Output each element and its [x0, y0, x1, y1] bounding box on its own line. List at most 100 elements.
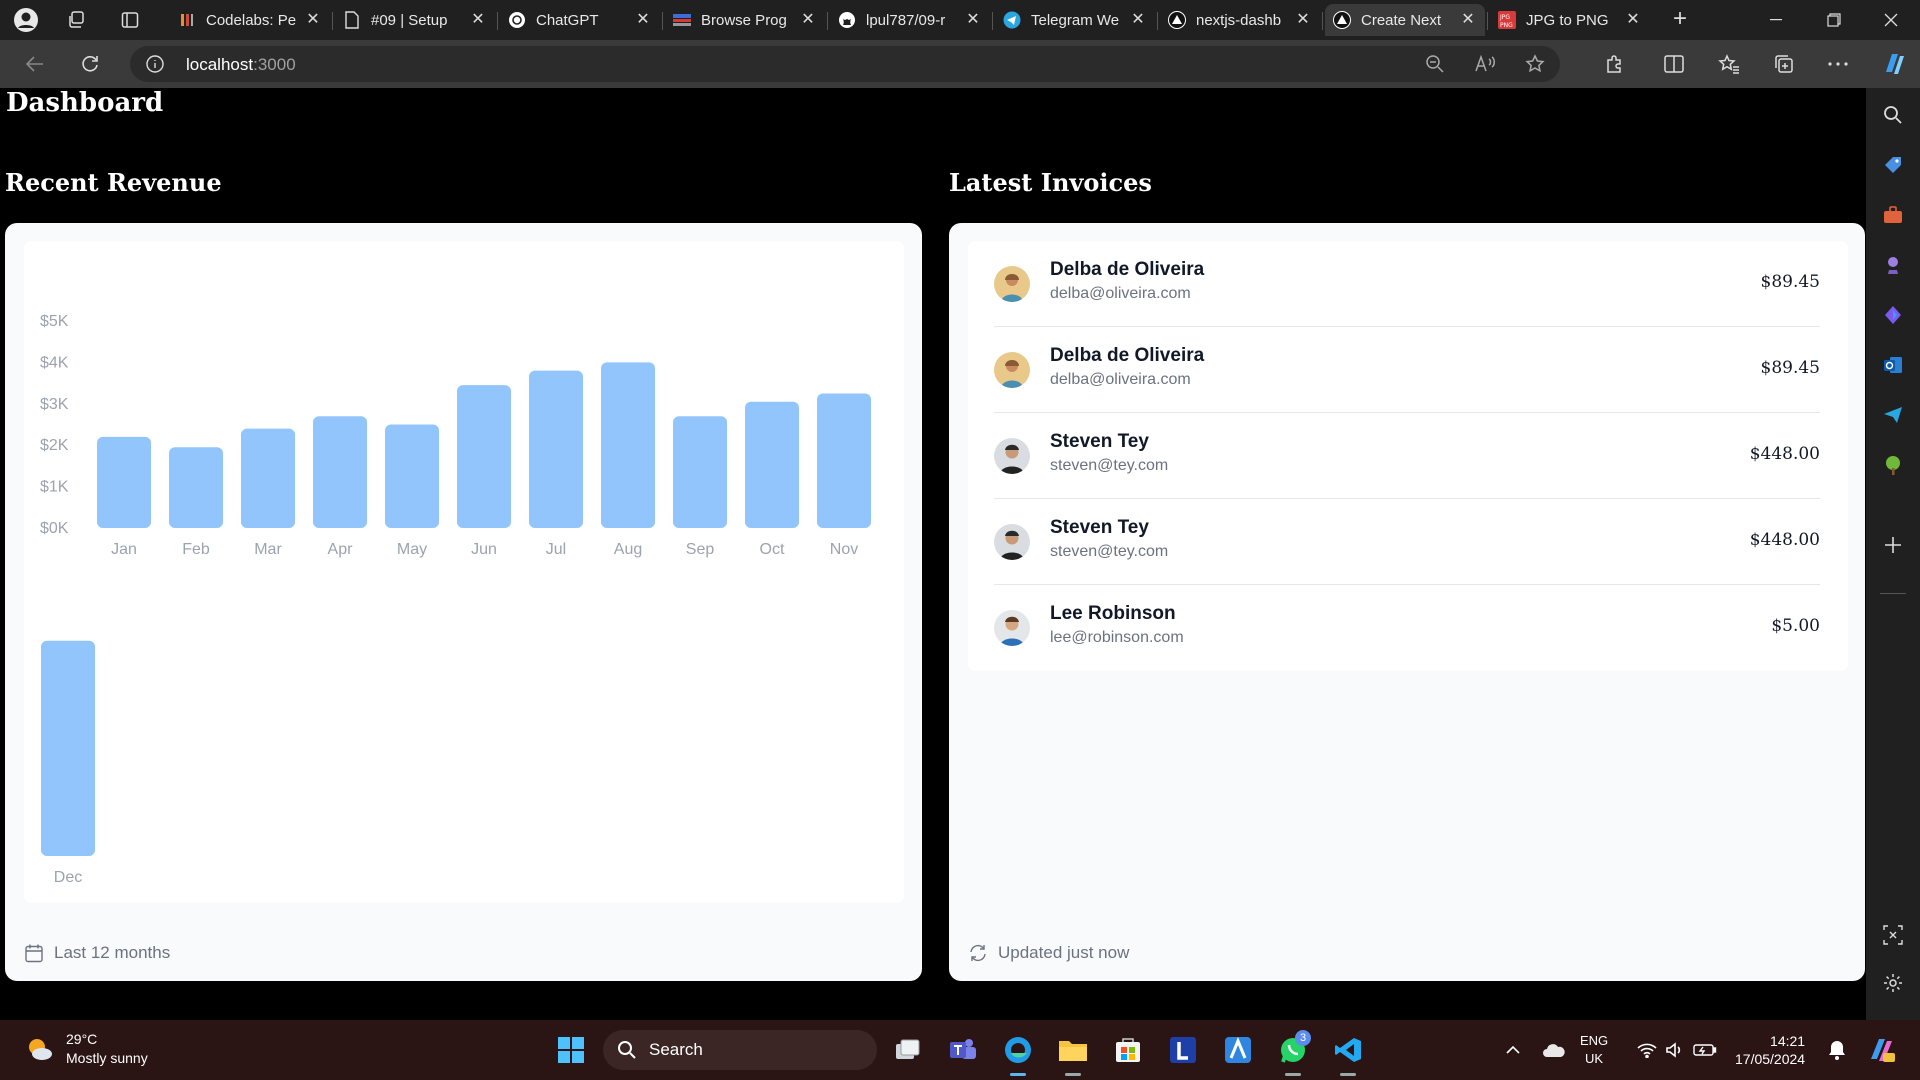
settings-gear-icon[interactable] — [1878, 968, 1908, 998]
x-axis-month-label: Nov — [830, 541, 858, 558]
url-text: localhost:3000 — [186, 55, 296, 75]
tab-close-icon[interactable]: ✕ — [1129, 11, 1147, 29]
vertical-tabs-icon[interactable] — [114, 6, 146, 34]
profile-avatar-icon[interactable] — [10, 6, 42, 34]
refresh-icon[interactable] — [75, 50, 105, 78]
workspaces-icon[interactable] — [60, 6, 92, 34]
weather-temp: 29°C — [66, 1031, 98, 1047]
browser-tab[interactable]: Codelabs: Pe ✕ — [170, 4, 330, 36]
vscode-icon[interactable] — [1328, 1030, 1368, 1076]
more-options-icon[interactable] — [1818, 50, 1858, 78]
shopping-tag-icon[interactable] — [1878, 150, 1908, 180]
tab-close-icon[interactable]: ✕ — [799, 11, 817, 29]
back-arrow-icon[interactable] — [20, 50, 50, 78]
tab-separator — [662, 12, 663, 30]
tab-title: Telegram We — [1031, 11, 1120, 29]
copilot-taskbar-icon[interactable] — [1864, 1030, 1898, 1070]
tab-close-icon[interactable]: ✕ — [304, 11, 322, 29]
read-aloud-icon[interactable] — [1460, 55, 1510, 73]
collections-icon[interactable] — [1764, 50, 1804, 78]
notification-bell-icon[interactable] — [1824, 1030, 1850, 1070]
browser-tab[interactable]: JPG PNG JPG to PNG ✕ — [1490, 4, 1650, 36]
taskbar-search[interactable]: Search — [603, 1030, 877, 1070]
revenue-bar-apr — [313, 416, 367, 528]
tab-close-icon[interactable]: ✕ — [1294, 11, 1312, 29]
whatsapp-icon[interactable]: 3 — [1273, 1030, 1313, 1076]
copilot-sidebar-icon[interactable] — [1878, 300, 1908, 330]
games-icon[interactable] — [1878, 250, 1908, 280]
extensions-icon[interactable] — [1594, 50, 1634, 78]
add-icon[interactable] — [1878, 530, 1908, 560]
wifi-icon[interactable] — [1634, 1030, 1660, 1070]
send-icon[interactable] — [1878, 400, 1908, 430]
x-axis-month-label: Dec — [54, 869, 82, 886]
weather-widget[interactable]: 29°C Mostly sunny — [24, 1030, 148, 1068]
l-app-icon[interactable] — [1163, 1030, 1203, 1070]
language-indicator[interactable]: ENG UK — [1580, 1032, 1608, 1068]
task-view-icon[interactable] — [888, 1030, 928, 1070]
invoice-customer-email: delba@oliveira.com — [1050, 371, 1191, 388]
screenshot-icon[interactable] — [1878, 920, 1908, 950]
site-info-icon[interactable] — [146, 55, 164, 78]
tab-close-icon[interactable]: ✕ — [634, 11, 652, 29]
microsoft-store-icon[interactable] — [1108, 1030, 1148, 1070]
onedrive-cloud-icon[interactable] — [1538, 1030, 1570, 1070]
browser-tab[interactable]: nextjs-dashb ✕ — [1160, 4, 1320, 36]
clock-time: 14:21 — [1770, 1033, 1806, 1049]
close-window-icon[interactable] — [1862, 0, 1920, 40]
taskbar-search-label: Search — [649, 1040, 703, 1059]
avatar-steven — [994, 438, 1030, 474]
browser-tab[interactable]: #09 | Setup ✕ — [335, 4, 495, 36]
revenue-bar-jan — [97, 436, 151, 528]
restore-icon[interactable] — [1805, 0, 1863, 40]
browser-tab[interactable]: lpul787/09-r ✕ — [830, 4, 990, 36]
browser-tab[interactable]: Browse Prog ✕ — [665, 4, 825, 36]
favorite-star-icon[interactable] — [1510, 54, 1560, 74]
x-axis-month-label: Jul — [546, 541, 566, 558]
tab-separator — [1487, 12, 1488, 30]
browser-tab[interactable]: ChatGPT ✕ — [500, 4, 660, 36]
y-axis-tick-label: $4K — [40, 354, 69, 371]
url-field[interactable]: localhost:3000 — [130, 46, 1560, 82]
search-icon[interactable] — [1878, 100, 1908, 130]
invoice-row: Lee Robinson lee@robinson.com $5.00 — [994, 585, 1820, 671]
volume-icon[interactable] — [1662, 1030, 1688, 1070]
browser-tab[interactable]: Create Next ✕ — [1325, 4, 1485, 36]
vercel-icon — [1168, 11, 1186, 29]
weather-desc: Mostly sunny — [66, 1050, 148, 1066]
new-tab-button[interactable]: + — [1665, 6, 1695, 34]
split-screen-icon[interactable] — [1654, 50, 1694, 78]
zoom-out-icon[interactable] — [1410, 54, 1460, 74]
system-clock[interactable]: 14:21 17/05/2024 — [1735, 1032, 1805, 1068]
jpgpng-icon: JPG PNG — [1498, 11, 1516, 29]
invoices-list: Delba de Oliveira delba@oliveira.com $89.4… — [968, 241, 1848, 671]
tab-close-icon[interactable]: ✕ — [1459, 11, 1477, 29]
tab-close-icon[interactable]: ✕ — [1624, 11, 1642, 29]
azure-app-icon[interactable] — [1218, 1030, 1258, 1070]
tree-icon[interactable] — [1878, 450, 1908, 480]
svg-text:PNG: PNG — [1500, 22, 1513, 29]
teams-icon[interactable] — [943, 1030, 983, 1070]
edge-taskbar-icon[interactable] — [998, 1030, 1038, 1076]
invoices-panel: Delba de Oliveira delba@oliveira.com $89.4… — [949, 223, 1865, 981]
y-axis-tick-label: $1K — [40, 479, 69, 496]
tab-close-icon[interactable]: ✕ — [469, 11, 487, 29]
address-bar-row: localhost:3000 — [0, 40, 1920, 88]
battery-icon[interactable] — [1690, 1030, 1720, 1070]
outlook-icon[interactable] — [1878, 350, 1908, 380]
file-explorer-icon[interactable] — [1053, 1030, 1093, 1076]
invoice-row: Steven Tey steven@tey.com $448.00 — [994, 499, 1820, 585]
minimize-icon[interactable] — [1747, 0, 1805, 40]
copilot-icon[interactable] — [1874, 50, 1914, 78]
favorites-icon[interactable] — [1709, 50, 1749, 78]
tab-title: #09 | Setup — [371, 11, 448, 29]
tab-close-icon[interactable]: ✕ — [964, 11, 982, 29]
browser-tab[interactable]: Telegram We ✕ — [995, 4, 1155, 36]
start-windows-icon[interactable] — [551, 1030, 591, 1070]
calendar-icon — [25, 944, 43, 963]
x-axis-month-label: Feb — [182, 541, 210, 558]
tab-title: lpul787/09-r — [866, 11, 946, 29]
tab-title: ChatGPT — [536, 11, 599, 29]
tools-icon[interactable] — [1878, 200, 1908, 230]
show-hidden-icons-chevron-icon[interactable] — [1500, 1030, 1526, 1070]
